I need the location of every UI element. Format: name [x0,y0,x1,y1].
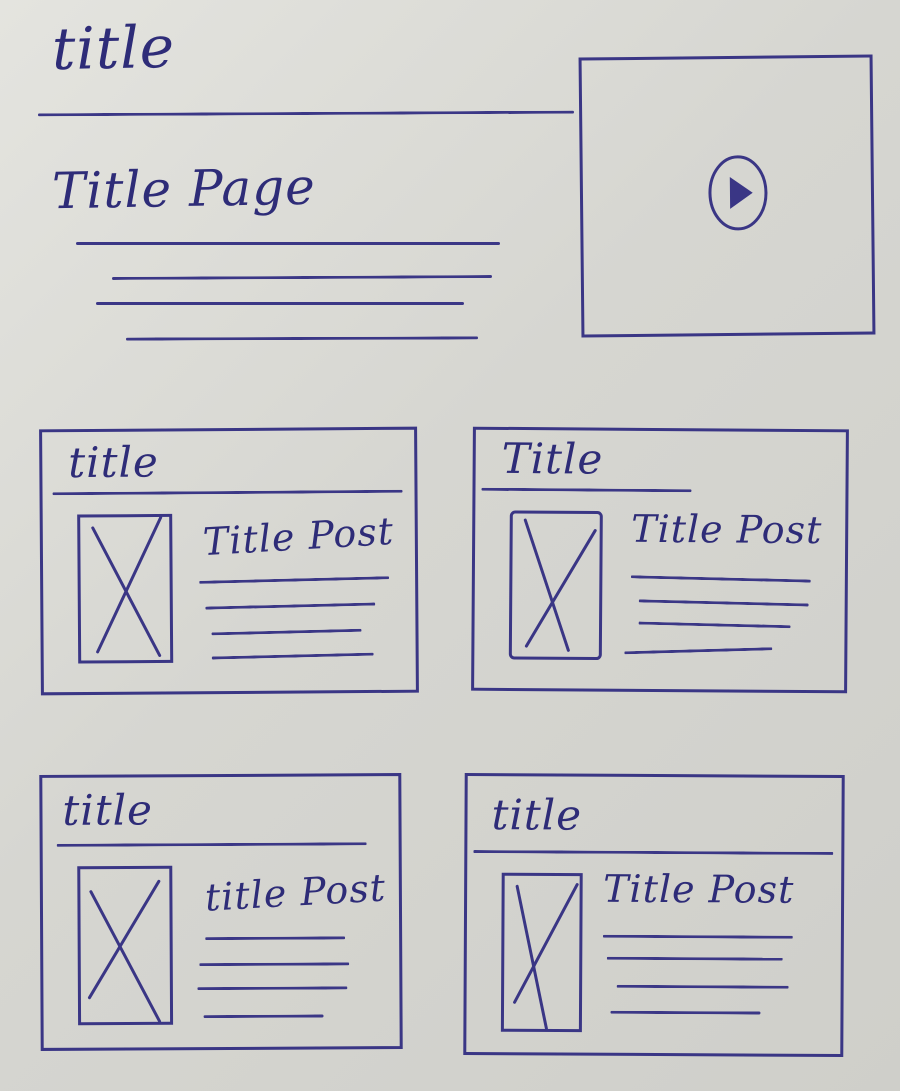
post-card[interactable]: title Title Post [463,773,845,1057]
card-text-line [638,599,809,607]
header-divider [37,110,575,117]
card-post-title[interactable]: Title Post [631,507,822,552]
intro-text-line [76,242,500,245]
intro-text-line [125,336,479,341]
post-card[interactable]: Title Title Post [471,426,849,694]
image-placeholder-icon [77,513,174,664]
intro-text-line [96,302,464,305]
play-icon[interactable] [707,155,772,236]
image-placeholder-icon [500,872,583,1033]
card-text-line [211,628,362,636]
post-card[interactable]: title title Post [39,773,403,1051]
card-text-line [638,621,791,629]
card-title: title [62,785,154,835]
card-text-line [606,956,783,961]
card-title: title [68,437,159,488]
card-title: Title [501,433,604,484]
card-post-title[interactable]: Title Post [603,867,794,912]
intro-text-line [111,275,493,280]
card-text-line [203,1014,324,1019]
card-title-divider [481,487,692,493]
card-title-divider [52,489,403,496]
card-title-divider [56,842,367,847]
card-text-line [624,647,773,655]
card-post-title[interactable]: Title Post [202,509,395,564]
card-text-line [616,984,789,989]
card-text-line [197,986,348,991]
page-title: Title Page [51,157,317,221]
wireframe-sketch: title Title Page title Title Post Title [0,0,900,1091]
card-post-title[interactable]: title Post [204,865,387,919]
card-title: title [491,790,583,840]
card-text-line [199,576,390,584]
card-text-line [630,575,811,583]
card-title-divider [473,850,834,855]
image-placeholder-icon [508,510,603,661]
card-text-line [199,962,350,967]
post-card[interactable]: title Title Post [39,426,419,696]
card-text-line [211,652,374,660]
image-placeholder-icon [77,865,174,1026]
video-player[interactable] [578,54,876,338]
card-text-line [205,602,376,610]
site-title[interactable]: title [51,13,175,83]
card-text-line [205,936,346,941]
card-text-line [602,934,793,939]
card-text-line [610,1010,761,1015]
